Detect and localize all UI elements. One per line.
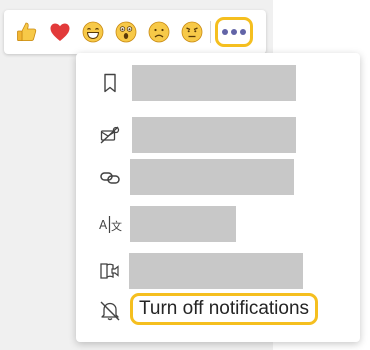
redacted-label [130, 159, 294, 195]
svg-text:文: 文 [111, 219, 122, 233]
redacted-label [130, 206, 236, 242]
angry-reaction[interactable] [175, 14, 208, 50]
more-options-icon [222, 29, 228, 35]
surprised-reaction[interactable] [109, 14, 142, 50]
more-options-button[interactable] [215, 17, 253, 47]
sad-face-icon [148, 21, 169, 43]
more-options-menu: A 文 Turn off notifications [76, 53, 360, 342]
thumbs-up-reaction[interactable] [10, 14, 43, 50]
angry-face-icon [181, 21, 202, 43]
menu-item-translate[interactable]: A 文 [76, 204, 360, 244]
surprised-face-icon [115, 21, 136, 43]
turn-off-notifications-label: Turn off notifications [130, 293, 319, 325]
menu-item-mark-unread[interactable] [76, 115, 360, 155]
reaction-bar [4, 10, 266, 54]
thumbs-up-icon [16, 22, 36, 42]
more-options-icon-dot [231, 29, 237, 35]
menu-item-turn-off-notifications[interactable]: Turn off notifications [76, 291, 360, 331]
redacted-label [129, 253, 303, 289]
bookmark-icon [104, 73, 116, 93]
redacted-label [132, 117, 296, 153]
bell-off-icon [100, 301, 120, 321]
link-icon [100, 172, 120, 184]
mark-unread-icon [100, 126, 120, 144]
translate-icon: A 文 [99, 216, 122, 233]
heart-icon [50, 23, 69, 41]
redacted-label [132, 65, 296, 101]
svg-text:A: A [99, 218, 108, 232]
laughing-face-icon [82, 21, 103, 43]
immersive-reader-icon [100, 263, 119, 279]
menu-item-save[interactable] [76, 63, 360, 103]
heart-reaction[interactable] [43, 14, 76, 50]
more-options-icon-dot [240, 29, 246, 35]
sad-reaction[interactable] [142, 14, 175, 50]
laugh-reaction[interactable] [76, 14, 109, 50]
reaction-divider [210, 21, 211, 43]
menu-item-copy-link[interactable] [76, 157, 360, 197]
menu-item-immersive-reader[interactable] [76, 251, 360, 291]
